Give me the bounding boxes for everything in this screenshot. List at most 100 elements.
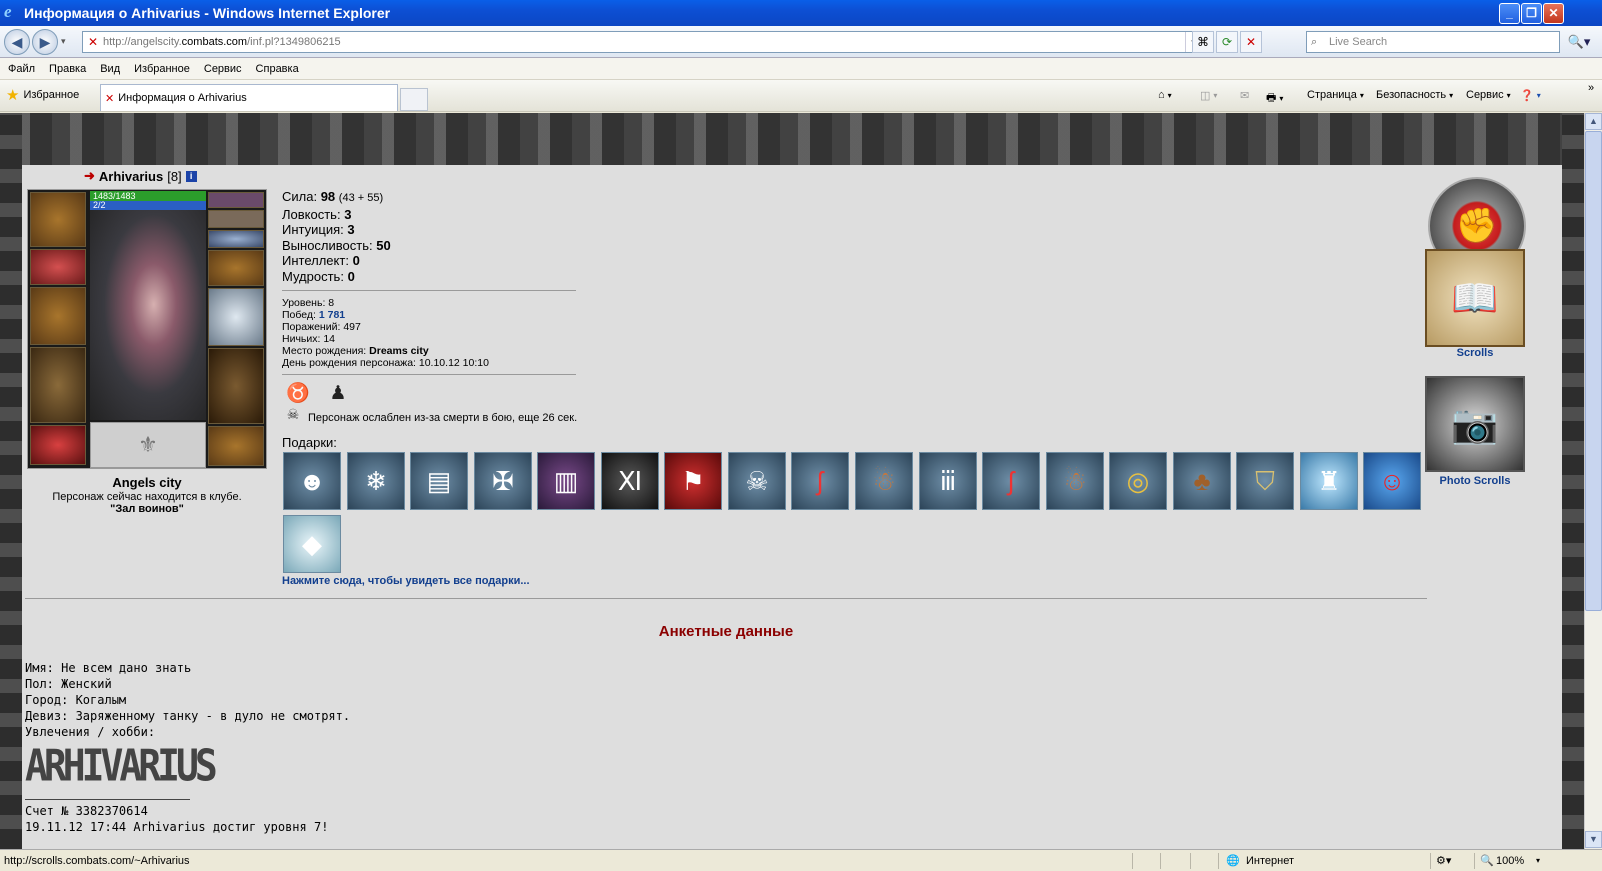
status-url: http://scrolls.combats.com/~Arhivarius [4, 854, 190, 867]
tab-page-icon: ✕ [105, 92, 115, 105]
more-chevron-icon[interactable]: » [1588, 82, 1594, 94]
zoom-level[interactable]: 100% [1496, 855, 1524, 867]
slot-amulet[interactable] [208, 210, 264, 228]
gift-ring-icon[interactable]: ◎ [1109, 452, 1167, 510]
gift-snowball-icon[interactable]: ❄ [347, 452, 405, 510]
compatibility-icon[interactable]: ⌘ [1192, 31, 1214, 53]
slot-armor[interactable] [30, 347, 86, 423]
info-icon[interactable]: i [185, 170, 197, 182]
new-tab-button[interactable] [400, 88, 428, 111]
stat-row: Интеллект: 0 [282, 253, 360, 268]
gift-candy-cane-icon[interactable]: ʃ [982, 452, 1040, 510]
forward-button[interactable]: ▶ [32, 29, 58, 55]
maximize-button[interactable]: ❐ [1521, 3, 1542, 24]
window-title: Информация о Arhivarius - Windows Intern… [24, 5, 391, 21]
gift-gingerbread-icon[interactable]: ☃ [1046, 452, 1104, 510]
home-button[interactable]: ⌂ ▾ [1158, 89, 1172, 101]
stats-list: Сила: 98 (43 + 55) Ловкость: 3 Интуиция:… [282, 189, 602, 284]
menu-edit[interactable]: Правка [49, 63, 86, 75]
history-dropdown-icon[interactable]: ▾ [61, 36, 66, 47]
gift-book-sword-icon[interactable]: ✠ [474, 452, 532, 510]
minimize-button[interactable]: _ [1499, 3, 1520, 24]
feeds-button[interactable]: ◫ ▾ [1200, 89, 1217, 102]
slot-belt[interactable] [30, 425, 86, 465]
gift-gingerbread-icon[interactable]: ☃ [855, 452, 913, 510]
stat-row: Сила: 98 (43 + 55) [282, 189, 384, 204]
menu-help[interactable]: Справка [256, 63, 299, 75]
page-content: ➜ Arhivarius [8] i 1483/1483 2/2 ⚜ Angel… [22, 165, 1562, 849]
gift-candy-cane-icon[interactable]: ʃ [791, 452, 849, 510]
refresh-icon[interactable]: ⟳ [1216, 31, 1238, 53]
vertical-scrollbar[interactable]: ▲ ▼ [1584, 113, 1602, 849]
scroll-thumb[interactable] [1585, 131, 1602, 611]
slot-gloves[interactable] [208, 250, 264, 286]
slot-rings[interactable] [208, 230, 264, 248]
section-divider [25, 598, 1427, 599]
gift-skull-goblet-icon[interactable]: ☠ [728, 452, 786, 510]
gift-bust-icon[interactable]: ☻ [283, 452, 341, 510]
menu-file[interactable]: Файл [8, 63, 35, 75]
favorites-button[interactable]: ★ Избранное [6, 86, 79, 104]
photo-camera-icon[interactable]: 📷 [1425, 376, 1525, 472]
print-button[interactable]: 🖶 ▾ [1266, 89, 1283, 108]
gift-book-shield-icon[interactable]: ▤ [410, 452, 468, 510]
scroll-up-button[interactable]: ▲ [1585, 113, 1602, 130]
info-birthday: День рождения персонажа: 10.10.12 10:10 [282, 357, 489, 369]
decorative-frame-right [1562, 113, 1584, 849]
protected-mode-icon[interactable]: ⚙▾ [1436, 854, 1451, 867]
bull-effect-icon[interactable]: ♉ [284, 381, 312, 407]
signature-divider [25, 799, 190, 800]
dark-figure-effect-icon[interactable]: ♟ [324, 381, 352, 407]
gift-santa-ball-icon[interactable]: ☺ [1363, 452, 1421, 510]
account-block: Счет № 3382370614 19.11.12 17:44 Arhivar… [25, 803, 328, 835]
slot-weapon[interactable] [30, 287, 86, 345]
slot-earrings[interactable] [208, 192, 264, 208]
menu-favorites[interactable]: Избранное [134, 63, 190, 75]
wins-link[interactable]: 1 781 [319, 309, 345, 321]
page-menu[interactable]: Страница ▾ [1307, 89, 1364, 101]
zoom-dropdown-icon[interactable]: ▾ [1536, 856, 1540, 865]
mail-button[interactable]: ✉ [1240, 89, 1249, 102]
slot-bracers[interactable] [30, 249, 86, 285]
gift-cookie-tree-icon[interactable]: ♣ [1173, 452, 1231, 510]
scrolls-book-icon[interactable]: 📖 [1425, 249, 1525, 347]
search-input[interactable]: ⌕ Live Search [1306, 31, 1560, 53]
slot-helmet[interactable] [30, 192, 86, 247]
scroll-down-button[interactable]: ▼ [1585, 831, 1602, 848]
address-bar[interactable]: ✕ http://angelscity.combats.com/inf.pl?1… [82, 31, 1202, 53]
stat-row: Выносливость: 50 [282, 237, 391, 253]
security-zone[interactable]: Интернет [1246, 855, 1294, 867]
help-icon: ❓ [1520, 90, 1534, 102]
gift-book-purple-icon[interactable]: ▥ [537, 452, 595, 510]
tools-menu[interactable]: Сервис ▾ [1466, 89, 1511, 101]
info-wins: Побед: 1 781 [282, 309, 346, 321]
close-button[interactable]: ✕ [1543, 3, 1564, 24]
character-portrait[interactable] [90, 210, 206, 420]
profile-data: Имя: Не всем дано знать Пол: Женский Гор… [25, 660, 350, 740]
stop-icon[interactable]: ✕ [1240, 31, 1262, 53]
gift-icicles-icon[interactable]: ⅲ [919, 452, 977, 510]
gift-ice-crystal-icon[interactable]: ◆ [283, 515, 341, 573]
back-button[interactable]: ◀ [4, 29, 30, 55]
location-room: "Зал воинов" [110, 503, 184, 515]
menu-view[interactable]: Вид [100, 63, 120, 75]
home-icon: ⌂ [1158, 89, 1165, 101]
help-button[interactable]: ❓ ▾ [1520, 89, 1541, 102]
all-gifts-link[interactable]: Нажмите сюда, чтобы увидеть все подарки.… [282, 575, 530, 587]
gift-card-xi-icon[interactable]: Ⅺ [601, 452, 659, 510]
slot-shield[interactable] [208, 288, 264, 346]
search-button[interactable]: 🔍▾ [1566, 31, 1592, 53]
photo-scrolls-link[interactable]: Photo Scrolls [1425, 475, 1525, 487]
menu-tools[interactable]: Сервис [204, 63, 242, 75]
gift-ice-castle-icon[interactable]: ♜ [1300, 452, 1358, 510]
page-menu-label: Страница [1307, 89, 1357, 101]
gift-banner-icon[interactable]: ⚑ [664, 452, 722, 510]
scrolls-link[interactable]: Scrolls [1425, 347, 1525, 359]
slot-leggings[interactable] [208, 348, 264, 424]
arrow-icon[interactable]: ➜ [84, 168, 95, 184]
gift-badge-icon[interactable]: ⛉ [1236, 452, 1294, 510]
tab-active[interactable]: ✕ Информация о Arhivarius [100, 84, 398, 111]
security-menu[interactable]: Безопасность ▾ [1376, 89, 1453, 101]
slot-boots[interactable] [208, 426, 264, 466]
profile-city: Город: Когалым [25, 693, 127, 707]
